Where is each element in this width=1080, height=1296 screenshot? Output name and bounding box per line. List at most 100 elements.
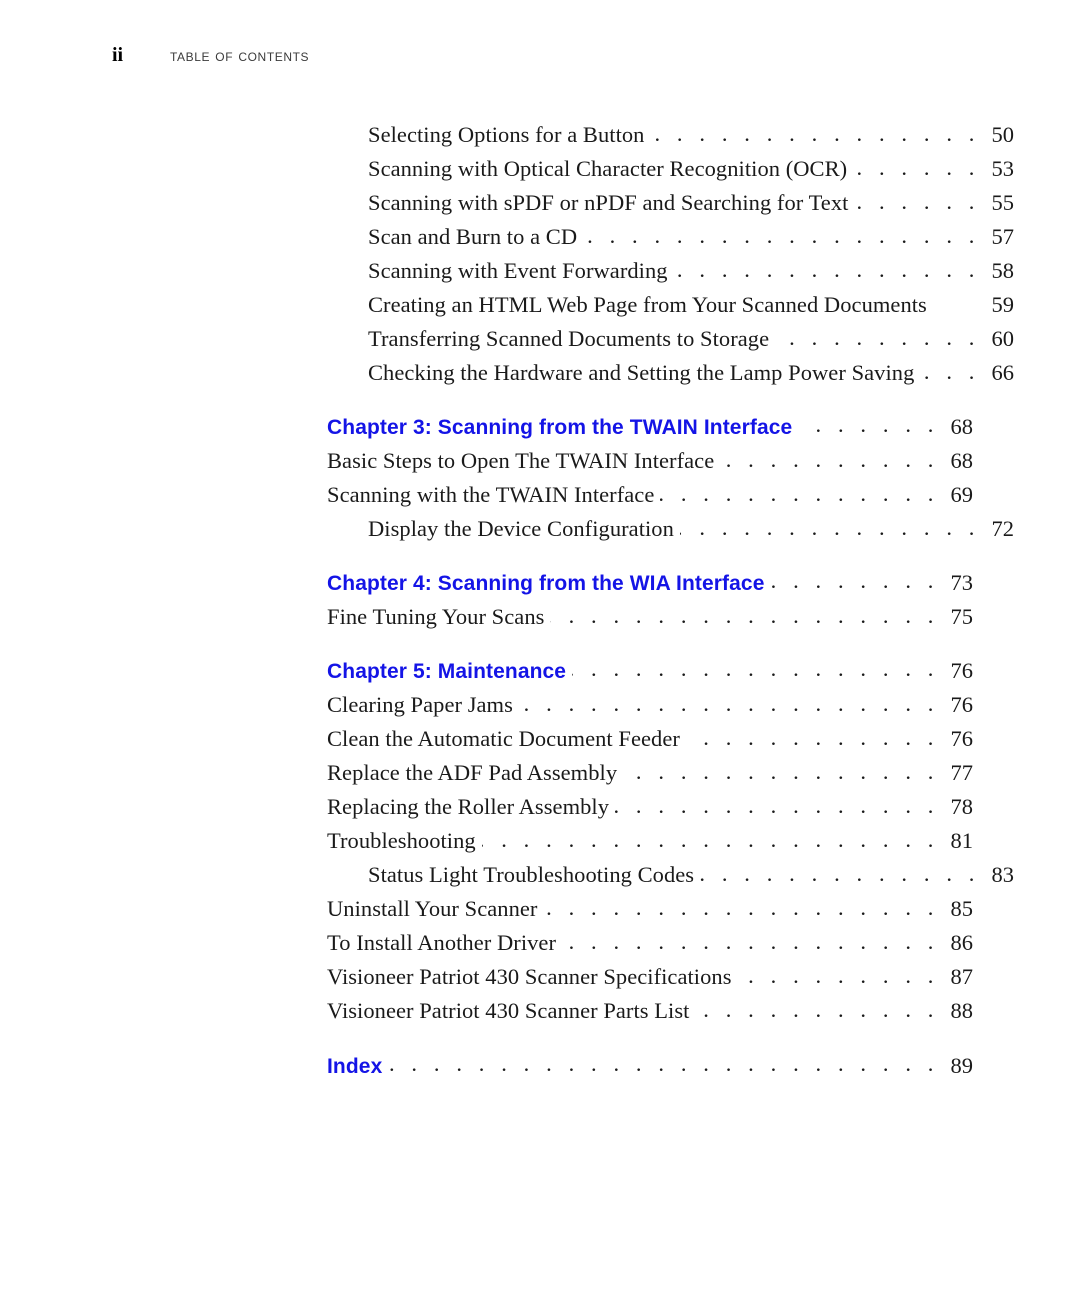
toc-leader-dots: . . . . . . . . . . . . . . . . . . . . … xyxy=(615,795,939,818)
page-header: ii Table of Contents xyxy=(112,45,972,73)
toc-entry-title: Chapter 5: Maintenance xyxy=(327,660,567,683)
toc-entry-page-number: 68 xyxy=(950,414,974,439)
toc-leader-dots: . . . . . . . . . . . . . . . . . . . . … xyxy=(660,483,939,506)
toc-entry[interactable]: Checking the Hardware and Setting the La… xyxy=(327,360,1014,394)
toc-leader-dots: . . . . . . . . . . . . . . . . . . . . … xyxy=(562,931,939,954)
toc-leader-dots: . . . . . . . . . . . . . . . . . . . . … xyxy=(572,658,939,681)
toc-entry[interactable]: Basic Steps to Open The TWAIN Interface.… xyxy=(327,448,973,482)
toc-entry-title: Chapter 3: Scanning from the TWAIN Inter… xyxy=(327,416,793,439)
toc-leader-dots: . . . . . . . . . . . . . . . . . . . . … xyxy=(738,965,939,988)
toc-leader-dots: . . . . . . . . . . . . . . . . . . . . … xyxy=(583,225,980,248)
toc-entry-page-number: 76 xyxy=(950,692,974,717)
toc-leader-dots: . . . . . . . . . . . . . . . . . . . . … xyxy=(519,693,939,716)
page-header-title: Table of Contents xyxy=(170,47,310,65)
toc-entry[interactable]: Transferring Scanned Documents to Storag… xyxy=(327,326,1014,360)
toc-entry[interactable]: Chapter 5: Maintenance. . . . . . . . . … xyxy=(327,658,973,692)
toc-entry-page-number: 60 xyxy=(991,326,1015,351)
toc-entry[interactable]: Visioneer Patriot 430 Scanner Specificat… xyxy=(327,964,973,998)
toc-entry-page-number: 59 xyxy=(991,292,1015,317)
toc-entry-title: Selecting Options for a Button xyxy=(368,122,645,147)
toc-entry-title: Replace the ADF Pad Assembly xyxy=(327,760,618,785)
toc-entry-title: Creating an HTML Web Page from Your Scan… xyxy=(368,292,927,317)
toc-entry[interactable]: Selecting Options for a Button. . . . . … xyxy=(327,122,1014,156)
toc-leader-dots: . . . . . . . . . . . . . . . . . . . . … xyxy=(853,157,980,180)
toc-entry[interactable]: Display the Device Configuration . . . . … xyxy=(327,516,1014,550)
toc-entry[interactable]: Visioneer Patriot 430 Scanner Parts List… xyxy=(327,998,973,1032)
toc-entry-page-number: 68 xyxy=(950,448,974,473)
toc-entry-page-number: 58 xyxy=(991,258,1015,283)
toc-leader-dots: . . . . . . . . . . . . . . . . . . . . … xyxy=(686,727,939,750)
toc-entry[interactable]: Scanning with the TWAIN Interface. . . .… xyxy=(327,482,973,516)
toc-leader-dots: . . . . . . . . . . . . . . . . . . . . … xyxy=(650,123,980,146)
toc-entry[interactable]: Replace the ADF Pad Assembly. . . . . . … xyxy=(327,760,973,794)
toc-entry-page-number: 69 xyxy=(950,482,974,507)
toc-entry-title: Transferring Scanned Documents to Storag… xyxy=(368,326,770,351)
toc-entry-page-number: 77 xyxy=(950,760,974,785)
toc-entry-title: Chapter 4: Scanning from the WIA Interfa… xyxy=(327,572,765,595)
toc-entry-page-number: 57 xyxy=(991,224,1015,249)
toc-leader-dots: . . . . . . . . . . . . . . . . . . . . … xyxy=(482,829,939,852)
toc-entry-page-number: 53 xyxy=(991,156,1015,181)
toc-leader-dots: . . . . . . . . . . . . . . . . . . . . … xyxy=(700,863,980,886)
table-of-contents: Selecting Options for a Button. . . . . … xyxy=(327,122,1014,1087)
toc-entry-page-number: 72 xyxy=(991,516,1015,541)
toc-entry-page-number: 78 xyxy=(950,794,974,819)
toc-entry[interactable]: Chapter 4: Scanning from the WIA Interfa… xyxy=(327,570,973,604)
toc-entry-page-number: 83 xyxy=(991,862,1015,887)
toc-entry-title: Visioneer Patriot 430 Scanner Specificat… xyxy=(327,964,732,989)
toc-entry-title: To Install Another Driver xyxy=(327,930,556,955)
toc-entry[interactable]: Chapter 3: Scanning from the TWAIN Inter… xyxy=(327,414,973,448)
toc-entry[interactable]: Creating an HTML Web Page from Your Scan… xyxy=(327,292,1014,326)
toc-entry-title: Scanning with sPDF or nPDF and Searching… xyxy=(368,190,849,215)
toc-entry-page-number: 76 xyxy=(950,726,974,751)
toc-leader-dots: . . . . . . . . . . . . . . . . . . . . … xyxy=(543,897,939,920)
toc-entry-title: Index xyxy=(327,1055,383,1078)
toc-leader-dots: . . . . . . . . . . . . . . . . . . . . … xyxy=(695,999,939,1022)
toc-entry-page-number: 85 xyxy=(950,896,974,921)
toc-entry-page-number: 87 xyxy=(950,964,974,989)
toc-entry[interactable]: Uninstall Your Scanner. . . . . . . . . … xyxy=(327,896,973,930)
toc-entry-title: Troubleshooting xyxy=(327,828,476,853)
toc-entry-title: Clean the Automatic Document Feeder xyxy=(327,726,680,751)
toc-entry-title: Checking the Hardware and Setting the La… xyxy=(368,360,915,385)
toc-entry[interactable]: To Install Another Driver . . . . . . . .… xyxy=(327,930,973,964)
toc-entry-title: Scanning with Optical Character Recognit… xyxy=(368,156,848,181)
toc-entry-title: Scanning with Event Forwarding xyxy=(368,258,668,283)
toc-entry[interactable]: Troubleshooting . . . . . . . . . . . . .… xyxy=(327,828,973,862)
toc-entry-page-number: 86 xyxy=(950,930,974,955)
toc-entry[interactable]: Status Light Troubleshooting Codes. . . … xyxy=(327,862,1014,896)
toc-leader-dots: . . . . . . . . . . . . . . . . . . . . … xyxy=(770,570,939,593)
toc-entry-title: Fine Tuning Your Scans xyxy=(327,604,545,629)
toc-entry-title: Scan and Burn to a CD xyxy=(368,224,578,249)
toc-entry[interactable]: Scan and Burn to a CD. . . . . . . . . .… xyxy=(327,224,1014,258)
toc-entry-page-number: 50 xyxy=(991,122,1015,147)
toc-entry-page-number: 66 xyxy=(991,360,1015,385)
toc-entry-title: Replacing the Roller Assembly xyxy=(327,794,610,819)
toc-entry-page-number: 89 xyxy=(950,1053,974,1078)
toc-entry-title: Basic Steps to Open The TWAIN Interface xyxy=(327,448,715,473)
toc-entry[interactable]: Scanning with Event Forwarding . . . . . … xyxy=(327,258,1014,292)
toc-leader-dots: . . . . . . . . . . . . . . . . . . . . … xyxy=(674,259,980,282)
toc-leader-dots: . . . . . . . . . . . . . . . . . . . . … xyxy=(388,1053,939,1076)
toc-entry-page-number: 73 xyxy=(950,570,974,595)
toc-entry-title: Uninstall Your Scanner xyxy=(327,896,538,921)
toc-leader-dots: . . . . . . . . . . . . . . . . . . . . … xyxy=(798,414,939,437)
toc-entry[interactable]: Scanning with sPDF or nPDF and Searching… xyxy=(327,190,1014,224)
toc-leader-dots: . . . . . . . . . . . . . . . . . . . . … xyxy=(920,361,980,384)
toc-leader-dots: . . . . . . . . . . . . . . . . . . . . … xyxy=(623,761,939,784)
toc-entry[interactable]: Clearing Paper Jams . . . . . . . . . . .… xyxy=(327,692,973,726)
toc-leader-dots: . . . . . . . . . . . . . . . . . . . . … xyxy=(720,449,939,472)
toc-entry[interactable]: Index. . . . . . . . . . . . . . . . . .… xyxy=(327,1053,973,1087)
toc-entry[interactable]: Scanning with Optical Character Recognit… xyxy=(327,156,1014,190)
toc-entry[interactable]: Fine Tuning Your Scans. . . . . . . . . … xyxy=(327,604,973,638)
toc-entry-page-number: 75 xyxy=(950,604,974,629)
toc-entry-page-number: 81 xyxy=(950,828,974,853)
toc-entry-page-number: 88 xyxy=(950,998,974,1023)
toc-entry-title: Scanning with the TWAIN Interface xyxy=(327,482,655,507)
toc-entry[interactable]: Clean the Automatic Document Feeder . . .… xyxy=(327,726,973,760)
toc-entry-title: Visioneer Patriot 430 Scanner Parts List xyxy=(327,998,690,1023)
page-folio: ii xyxy=(112,44,124,66)
toc-entry-title: Status Light Troubleshooting Codes xyxy=(368,862,695,887)
toc-entry[interactable]: Replacing the Roller Assembly. . . . . .… xyxy=(327,794,973,828)
toc-entry-page-number: 76 xyxy=(950,658,974,683)
